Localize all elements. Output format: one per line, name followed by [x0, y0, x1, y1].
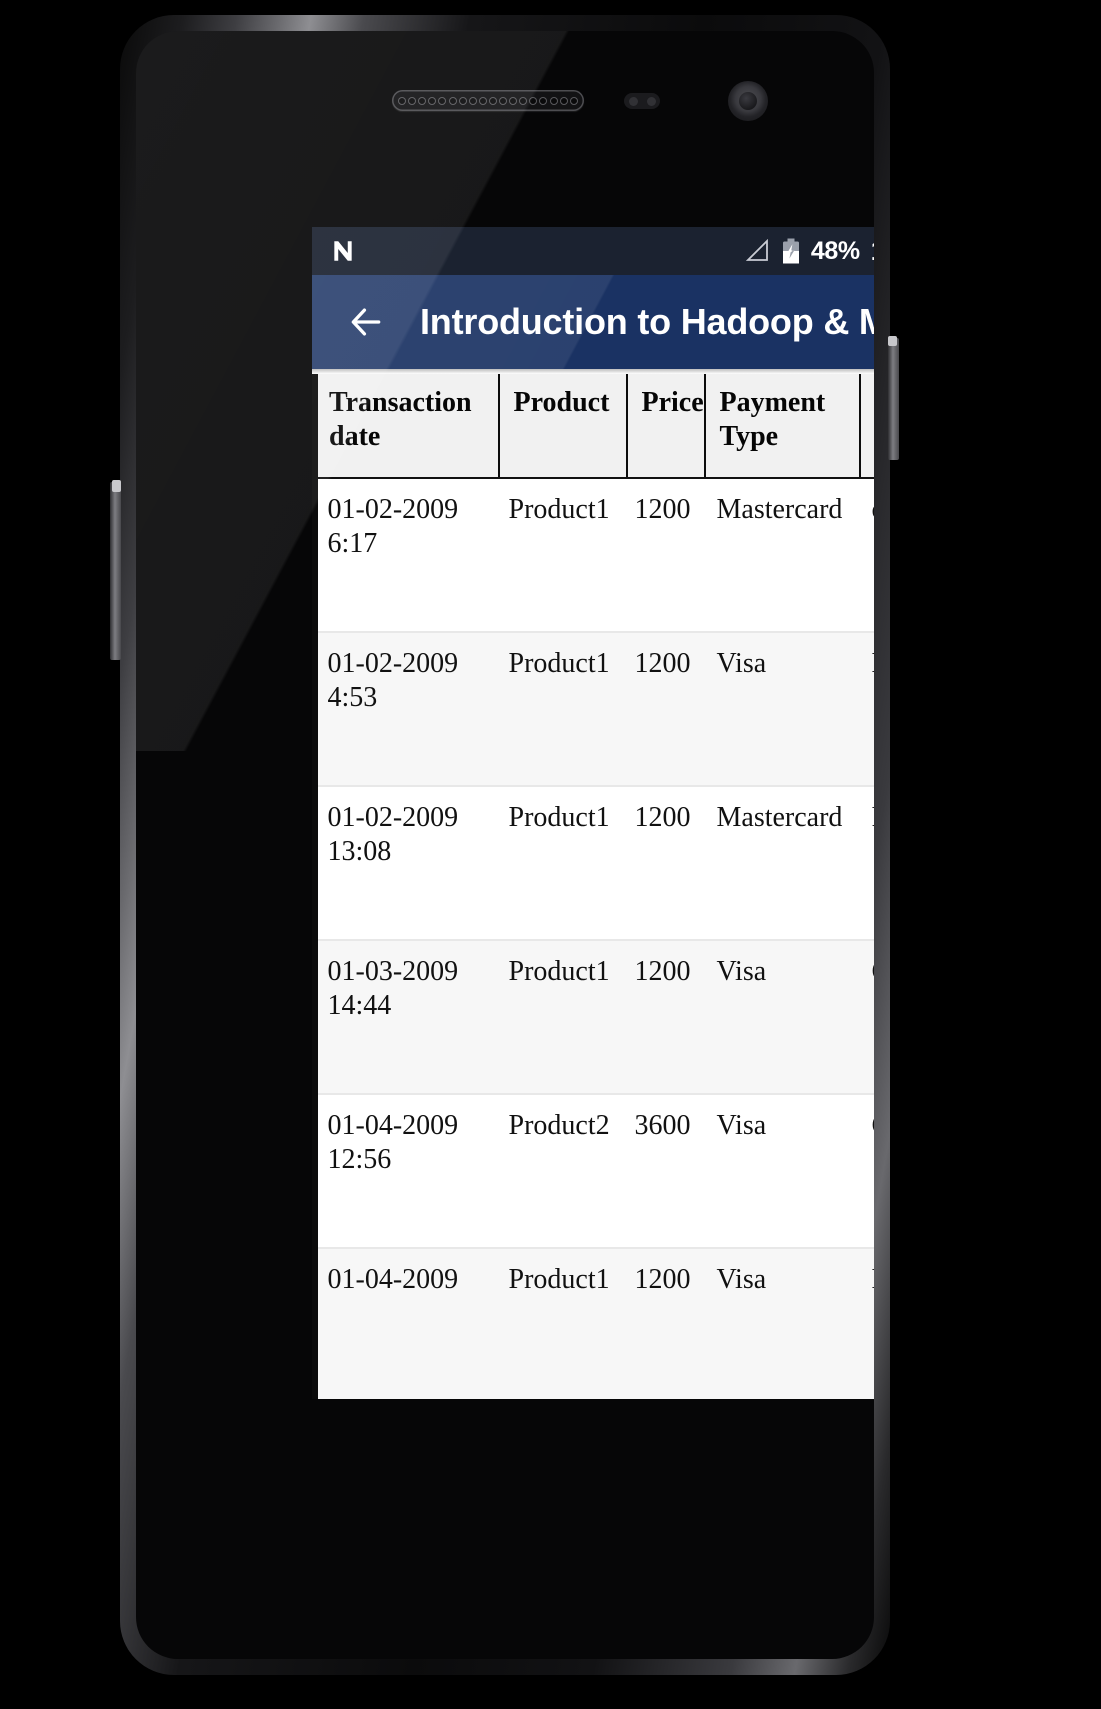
proximity-sensor-icon: [624, 93, 660, 109]
status-bar-clock: 1:43: [871, 237, 874, 265]
volume-button-highlight: [112, 480, 121, 492]
phone-device: 48% 1:43 PM Introduction to Hadoop & M…: [120, 15, 890, 1675]
signal-triangle-icon: [745, 239, 771, 263]
transactions-table-container[interactable]: Transaction date Product Price Payment T…: [312, 374, 874, 1399]
column-header-payment-type: Payment Type: [703, 374, 860, 479]
cell-product: Product1: [498, 785, 627, 940]
power-button-highlight: [888, 336, 897, 346]
cell-name: LAURENCE: [859, 1247, 874, 1399]
cell-payment-type: Mastercard: [704, 478, 860, 632]
table-header-row: Transaction date Product Price Payment T…: [312, 374, 874, 479]
cell-price: 1200: [626, 478, 705, 632]
phone-front-face: 48% 1:43 PM Introduction to Hadoop & M…: [136, 31, 874, 1659]
cell-product: Product1: [498, 939, 627, 1094]
cell-transaction-date: 01-04-2009 12:56: [313, 1093, 499, 1248]
cell-transaction-date: 01-02-2009 6:17: [313, 478, 499, 632]
cell-price: 1200: [626, 631, 705, 786]
table-row[interactable]: 01-04-2009 Product1 1200 Visa LAURENCE: [313, 1247, 874, 1399]
table-row[interactable]: 01-04-2009 12:56 Product2 3600 Visa Gerd…: [313, 1093, 874, 1248]
table-row[interactable]: 01-02-2009 13:08 Product1 1200 Mastercar…: [313, 785, 874, 940]
volume-rocker-button[interactable]: [110, 482, 121, 660]
table-row[interactable]: 01-03-2009 14:44 Product1 1200 Visa Gouy…: [313, 939, 874, 1094]
status-bar-right: 48% 1:43 PM: [745, 237, 874, 265]
battery-percent-label: 48%: [810, 236, 860, 265]
cell-price: 1200: [626, 785, 705, 940]
cell-name: Gouya: [859, 939, 874, 1094]
back-arrow-icon: [347, 303, 385, 341]
cell-product: Product1: [498, 478, 627, 632]
cell-payment-type: Visa: [704, 939, 860, 1094]
power-button[interactable]: [888, 338, 899, 460]
column-header-product: Product: [497, 374, 627, 479]
front-camera-icon: [728, 81, 768, 121]
phone-screen: 48% 1:43 PM Introduction to Hadoop & M…: [312, 227, 874, 1399]
cell-product: Product1: [498, 631, 627, 786]
cell-transaction-date: 01-02-2009 13:08: [313, 785, 499, 940]
table-row[interactable]: 01-02-2009 6:17 Product1 1200 Mastercard…: [313, 478, 874, 632]
cell-name: carolina: [859, 478, 874, 632]
column-header-price: Price: [625, 374, 705, 479]
cell-price: 3600: [626, 1093, 705, 1248]
cell-price: 1200: [626, 1247, 705, 1399]
status-bar: 48% 1:43 PM: [312, 227, 874, 275]
app-toolbar: Introduction to Hadoop & M…: [312, 275, 874, 369]
page-title: Introduction to Hadoop & M…: [420, 301, 874, 342]
column-header-transaction-date: Transaction date: [312, 374, 499, 479]
transactions-table: Transaction date Product Price Payment T…: [312, 374, 874, 1399]
cell-product: Product2: [498, 1093, 627, 1248]
status-bar-left: [330, 238, 356, 264]
cell-payment-type: Mastercard: [704, 785, 860, 940]
earpiece-speaker-icon: [392, 90, 584, 111]
back-button[interactable]: [340, 296, 392, 348]
android-n-logo-icon: [330, 238, 356, 264]
table-row[interactable]: 01-02-2009 4:53 Product1 1200 Visa Betin…: [313, 631, 874, 786]
table-left-gutter: [312, 374, 318, 1399]
battery-charging-icon: [782, 238, 800, 264]
table-header: Transaction date Product Price Payment T…: [312, 374, 874, 479]
cell-transaction-date: 01-02-2009 4:53: [313, 631, 499, 786]
column-header-name: Name: [858, 374, 874, 479]
cell-price: 1200: [626, 939, 705, 1094]
cell-transaction-date: 01-03-2009 14:44: [313, 939, 499, 1094]
cell-name: Federica e Andrea: [859, 785, 874, 940]
cell-name: Gerd W: [859, 1093, 874, 1248]
cell-name: Betina: [859, 631, 874, 786]
table-body: 01-02-2009 6:17 Product1 1200 Mastercard…: [313, 478, 874, 1399]
cell-payment-type: Visa: [704, 631, 860, 786]
cell-transaction-date: 01-04-2009: [313, 1247, 499, 1399]
cell-payment-type: Visa: [704, 1247, 860, 1399]
cell-payment-type: Visa: [704, 1093, 860, 1248]
cell-product: Product1: [498, 1247, 627, 1399]
